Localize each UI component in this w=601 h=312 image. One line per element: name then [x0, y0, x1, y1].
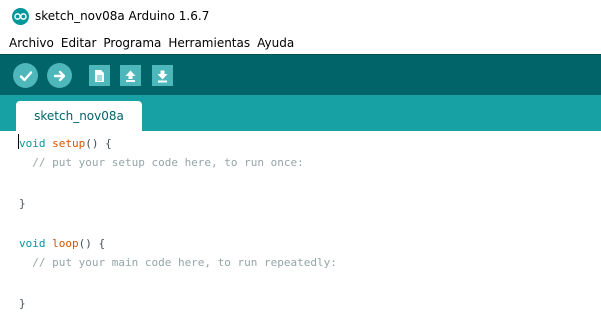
menu-archivo[interactable]: Archivo: [8, 36, 55, 50]
code-comment-setup: // put your setup code here, to run once…: [19, 156, 304, 169]
keyword-void: void: [19, 237, 46, 250]
menu-programa[interactable]: Programa: [102, 36, 162, 50]
arrow-down-icon: [157, 70, 168, 82]
window-title: sketch_nov08a Arduino 1.6.7: [35, 9, 210, 23]
function-loop: loop: [52, 237, 79, 250]
title-bar: sketch_nov08a Arduino 1.6.7: [0, 0, 601, 32]
arrow-right-icon: [53, 70, 65, 81]
arrow-up-icon: [125, 70, 136, 82]
save-button[interactable]: [152, 65, 173, 86]
code-line-loop: void loop() {: [19, 236, 105, 252]
upload-button[interactable]: [47, 63, 72, 88]
tab-bar: sketch_nov08a: [0, 95, 601, 131]
toolbar: [0, 54, 601, 95]
menu-editar[interactable]: Editar: [60, 36, 98, 50]
code-close-loop: }: [19, 297, 26, 310]
verify-button[interactable]: [13, 63, 38, 88]
new-button[interactable]: [89, 65, 110, 86]
code-punct: () {: [78, 237, 106, 250]
code-close-setup: }: [19, 197, 26, 210]
menu-herramientas[interactable]: Herramientas: [167, 36, 251, 50]
function-setup: setup: [52, 137, 86, 150]
tab-label: sketch_nov08a: [34, 109, 124, 123]
menu-bar: Archivo Editar Programa Herramientas Ayu…: [0, 32, 601, 54]
code-punct: () {: [85, 137, 112, 150]
text-caret: [18, 134, 19, 149]
code-editor[interactable]: void setup() { // put your setup code he…: [0, 131, 601, 311]
open-button[interactable]: [120, 65, 141, 86]
code-comment-loop: // put your main code here, to run repea…: [19, 256, 337, 269]
keyword-void: void: [19, 137, 46, 150]
new-file-icon: [95, 69, 104, 82]
arduino-logo-icon: [12, 7, 29, 25]
code-line-setup: void setup() {: [19, 136, 112, 152]
menu-ayuda[interactable]: Ayuda: [256, 36, 295, 50]
check-icon: [19, 70, 32, 81]
tab-sketch[interactable]: sketch_nov08a: [16, 101, 142, 131]
